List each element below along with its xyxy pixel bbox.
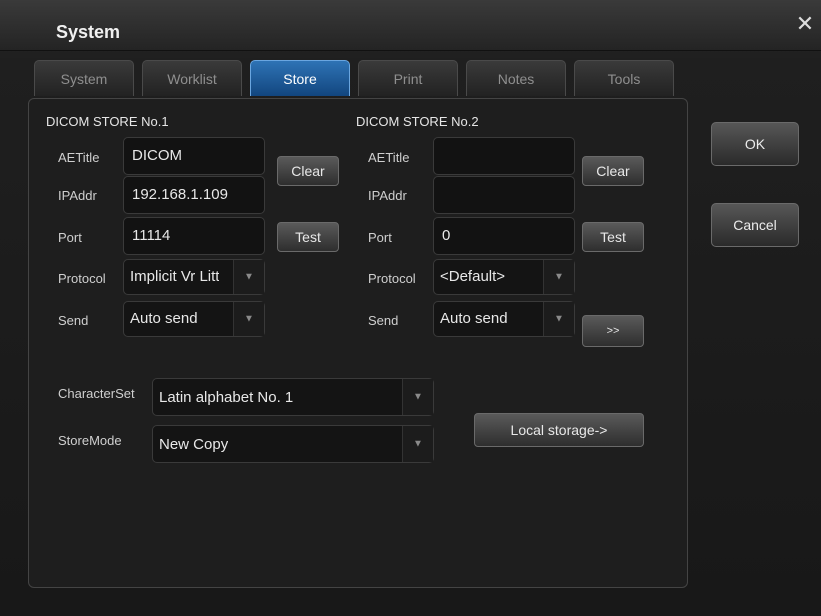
storemode-value: New Copy (159, 436, 229, 453)
store2-title: DICOM STORE No.2 (356, 114, 479, 129)
store2-send-select[interactable]: Auto send ▼ (433, 301, 575, 337)
store1-protocol-value: Implicit Vr Litt (130, 268, 220, 285)
store1-send-select[interactable]: Auto send ▼ (123, 301, 265, 337)
store2-aetitle-label: AETitle (368, 150, 410, 165)
store2-port-label: Port (368, 230, 392, 245)
more-button[interactable]: >> (582, 315, 644, 347)
chevron-down-icon: ▼ (402, 426, 433, 462)
store1-title: DICOM STORE No.1 (46, 114, 169, 129)
store2-send-value: Auto send (440, 310, 508, 327)
store2-clear-button[interactable]: Clear (582, 156, 644, 186)
storemode-select[interactable]: New Copy ▼ (152, 425, 434, 463)
chevron-down-icon: ▼ (543, 260, 574, 294)
store1-clear-button[interactable]: Clear (277, 156, 339, 186)
store2-send-label: Send (368, 313, 399, 328)
store2-port-field[interactable]: 0 (433, 217, 575, 255)
tab-tools[interactable]: Tools (574, 60, 674, 96)
chevron-down-icon: ▼ (233, 260, 264, 294)
store2-ipaddr-field[interactable] (433, 176, 575, 214)
store1-aetitle-field[interactable]: DICOM (123, 137, 265, 175)
tab-print[interactable]: Print (358, 60, 458, 96)
charset-select[interactable]: Latin alphabet No. 1 ▼ (152, 378, 434, 416)
chevron-down-icon: ▼ (543, 302, 574, 336)
store2-ipaddr-label: IPAddr (368, 188, 407, 203)
store1-ipaddr-label: IPAddr (58, 188, 97, 203)
storemode-label: StoreMode (58, 433, 122, 448)
charset-value: Latin alphabet No. 1 (159, 389, 294, 406)
store2-test-button[interactable]: Test (582, 222, 644, 252)
local-storage-button[interactable]: Local storage-> (474, 413, 644, 447)
store1-ipaddr-field[interactable]: 192.168.1.109 (123, 176, 265, 214)
store2-aetitle-field[interactable] (433, 137, 575, 175)
tab-store[interactable]: Store (250, 60, 350, 96)
tab-system[interactable]: System (34, 60, 134, 96)
store1-send-label: Send (58, 313, 89, 328)
tab-worklist[interactable]: Worklist (142, 60, 242, 96)
title-bar: System ✕ (0, 0, 821, 51)
system-dialog: System ✕ System Worklist Store Print Not… (0, 0, 821, 616)
tab-notes[interactable]: Notes (466, 60, 566, 96)
chevron-down-icon: ▼ (402, 379, 433, 415)
store1-protocol-label: Protocol (58, 271, 106, 286)
close-icon[interactable]: ✕ (795, 13, 815, 35)
store1-protocol-select[interactable]: Implicit Vr Litt ▼ (123, 259, 265, 295)
ok-button[interactable]: OK (711, 122, 799, 166)
store1-port-label: Port (58, 230, 82, 245)
store2-protocol-select[interactable]: <Default> ▼ (433, 259, 575, 295)
charset-label: CharacterSet (58, 386, 135, 401)
store1-port-field[interactable]: 11114 (123, 217, 265, 255)
store1-send-value: Auto send (130, 310, 198, 327)
store2-protocol-label: Protocol (368, 271, 416, 286)
store1-aetitle-label: AETitle (58, 150, 100, 165)
store2-protocol-value: <Default> (440, 268, 506, 285)
dialog-title: System (56, 22, 121, 42)
cancel-button[interactable]: Cancel (711, 203, 799, 247)
chevron-down-icon: ▼ (233, 302, 264, 336)
store1-test-button[interactable]: Test (277, 222, 339, 252)
